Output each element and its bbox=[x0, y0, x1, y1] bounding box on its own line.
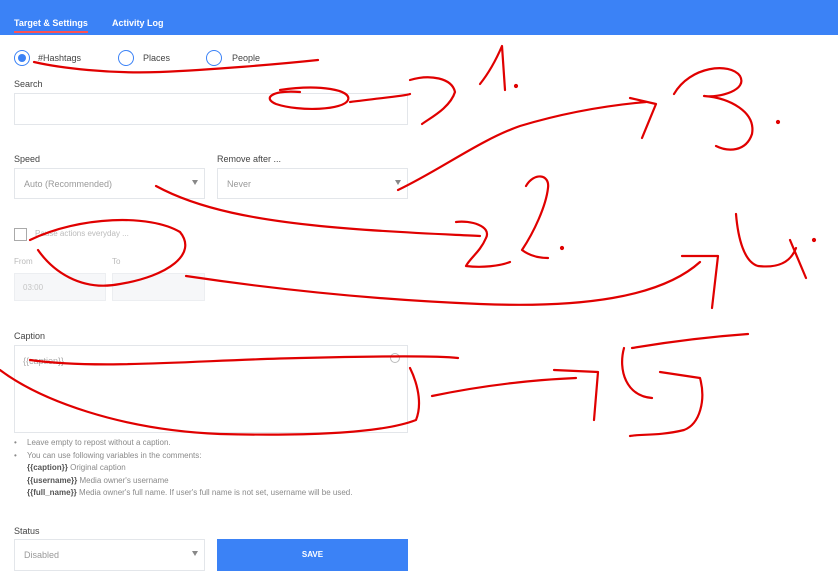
help-variable: {{username}} Media owner's username bbox=[14, 475, 352, 488]
annotation-arrow-4b bbox=[680, 254, 720, 310]
search-label: Search bbox=[14, 79, 43, 89]
speed-select[interactable]: Auto (Recommended) bbox=[14, 168, 205, 199]
variable-desc: Media owner's username bbox=[79, 475, 169, 485]
radio-places[interactable] bbox=[118, 50, 134, 66]
annotation-arrow-3 bbox=[396, 100, 648, 192]
annotation-dot bbox=[559, 245, 565, 251]
pause-to-select[interactable] bbox=[112, 273, 205, 301]
variable-desc: Original caption bbox=[70, 463, 126, 472]
annotation-arrow-5 bbox=[430, 376, 578, 398]
annotation-number bbox=[520, 175, 550, 260]
annotation-number bbox=[621, 332, 750, 438]
variable-name: {{caption}} bbox=[27, 463, 68, 472]
variable-name: {{username}} bbox=[27, 475, 78, 485]
save-button[interactable]: SAVE bbox=[217, 539, 408, 571]
status-select[interactable]: Disabled bbox=[14, 539, 205, 571]
radio-hashtags[interactable] bbox=[14, 50, 30, 66]
chevron-down-icon bbox=[395, 180, 401, 185]
pause-actions-label: Pause actions everyday ... bbox=[35, 229, 129, 238]
status-label: Status bbox=[14, 526, 40, 536]
help-line-text: You can use following variables in the c… bbox=[27, 450, 202, 460]
caption-label: Caption bbox=[14, 331, 46, 341]
annotation-dot bbox=[513, 83, 519, 89]
caption-textarea[interactable]: {{caption}} bbox=[14, 345, 408, 433]
caption-placeholder: {{caption}} bbox=[23, 356, 65, 366]
pause-from-value: 03:00 bbox=[23, 283, 44, 292]
pause-from-select[interactable]: 03:00 bbox=[14, 273, 106, 301]
annotation-dot bbox=[775, 119, 781, 125]
help-line: • You can use following variables in the … bbox=[14, 450, 202, 460]
help-line-text: Leave empty to repost without a caption. bbox=[27, 438, 171, 447]
remove-after-label: Remove after ... bbox=[217, 154, 282, 164]
variable-desc: Media owner's full name. If user's full … bbox=[79, 488, 353, 497]
status-select-value: Disabled bbox=[24, 550, 60, 560]
speed-label: Speed bbox=[14, 154, 41, 164]
pause-from-label: From bbox=[14, 257, 33, 266]
annotation-number bbox=[672, 67, 754, 151]
radio-hashtags-label: #Hashtags bbox=[38, 53, 82, 63]
tab-activity-log[interactable]: Activity Log bbox=[112, 18, 164, 28]
radio-places-label: Places bbox=[143, 53, 171, 63]
remove-after-select[interactable]: Never bbox=[217, 168, 408, 199]
pause-to-label: To bbox=[112, 257, 121, 266]
search-input[interactable] bbox=[14, 93, 408, 125]
active-tab-underline bbox=[14, 31, 88, 33]
tab-target-settings[interactable]: Target & Settings bbox=[14, 18, 88, 33]
radio-selected-dot bbox=[18, 54, 26, 62]
remove-after-select-value: Never bbox=[227, 179, 252, 189]
radio-people[interactable] bbox=[206, 50, 222, 66]
variable-name: {{full_name}} bbox=[27, 488, 77, 497]
annotation-arrow-3b bbox=[628, 96, 658, 140]
help-line: • Leave empty to repost without a caption… bbox=[14, 438, 171, 447]
pause-actions-checkbox[interactable] bbox=[14, 228, 27, 241]
chevron-down-icon bbox=[192, 180, 198, 185]
help-variable: {{full_name}} Media owner's full name. I… bbox=[14, 487, 352, 500]
annotation-number bbox=[478, 44, 507, 92]
annotation-dot bbox=[811, 237, 817, 243]
radio-people-label: People bbox=[232, 53, 261, 63]
chevron-down-icon bbox=[192, 551, 198, 556]
annotation-number bbox=[734, 212, 808, 280]
annotation-number bbox=[454, 220, 512, 268]
emoji-icon[interactable] bbox=[390, 353, 400, 363]
top-tab-bar: Target & Settings Activity Log bbox=[0, 0, 838, 35]
tab-target-settings-label: Target & Settings bbox=[14, 18, 88, 28]
help-variable: {{caption}} Original caption bbox=[14, 462, 352, 475]
annotation-digit-shape bbox=[408, 76, 457, 126]
speed-select-value: Auto (Recommended) bbox=[24, 179, 113, 189]
annotation-arrow-4 bbox=[184, 260, 702, 306]
annotation-arrow-5b bbox=[552, 368, 600, 422]
caption-help-list: • Leave empty to repost without a caption… bbox=[14, 437, 352, 500]
